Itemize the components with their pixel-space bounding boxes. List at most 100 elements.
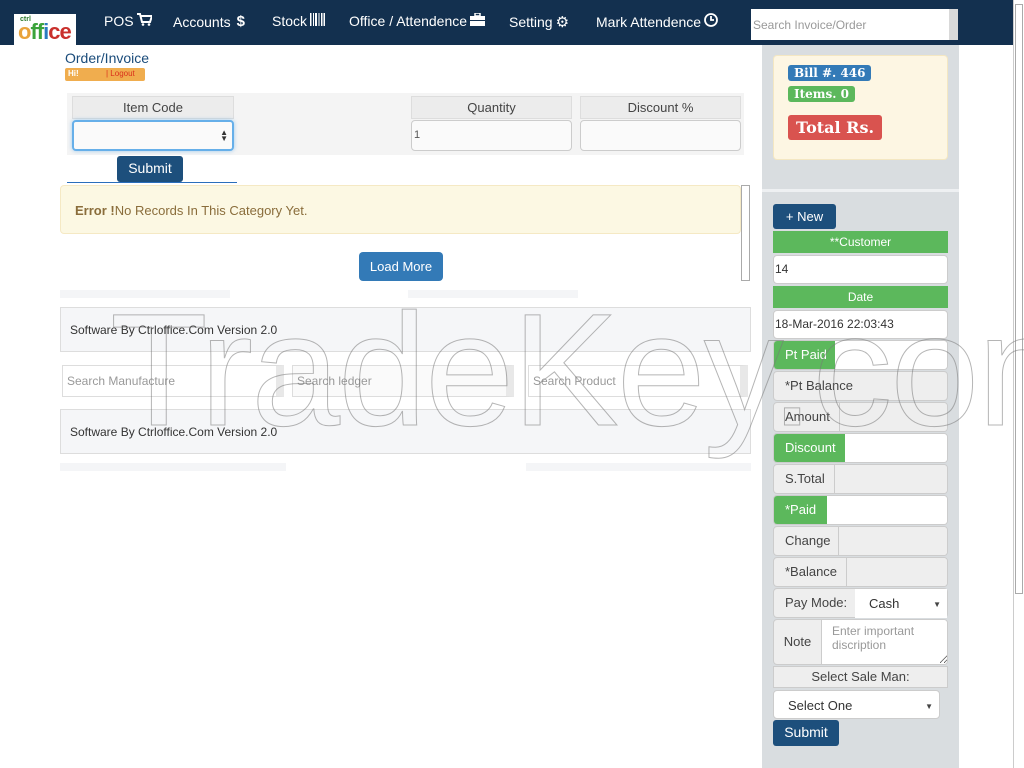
pay-mode-value: Cash: [869, 596, 900, 611]
discount-percent-input[interactable]: [580, 120, 741, 151]
records-scrollbar[interactable]: [741, 185, 750, 281]
balance-input[interactable]: [847, 558, 947, 586]
note-row: Note: [773, 619, 948, 665]
clock-icon: [704, 13, 718, 30]
logo-text: office: [18, 19, 72, 44]
salesman-label: Select Sale Man:: [773, 666, 948, 688]
search-ledger-placeholder: Search ledger: [297, 374, 372, 388]
paid-row: *Paid: [773, 495, 948, 525]
discount-label: Discount: [774, 434, 845, 462]
nav-accounts[interactable]: Accounts $: [173, 13, 245, 30]
search-ledger-input[interactable]: Search ledger: [292, 365, 514, 397]
discount-percent-label: Discount %: [580, 96, 741, 119]
paid-input[interactable]: [827, 496, 947, 524]
logout-link[interactable]: | Logout: [106, 69, 135, 78]
top-navbar: ctrl office POS Accounts $ Stock Office …: [0, 0, 1013, 45]
discount-row: Discount: [773, 433, 948, 463]
user-greeting-badge: Hi! | Logout: [65, 68, 145, 81]
pt-paid-row: Pt Paid: [773, 340, 948, 370]
salesman-value: Select One: [788, 698, 853, 713]
nav-stock[interactable]: Stock: [272, 13, 326, 29]
placeholder-bar: [408, 290, 578, 298]
search-product-placeholder: Search Product: [533, 374, 616, 388]
form-divider: [67, 182, 237, 183]
amount-row: Amount: [773, 402, 948, 432]
select-spinner-icon: ▲ ▼: [220, 128, 228, 143]
search-invoice-input[interactable]: [751, 9, 958, 40]
barcode-icon: [310, 13, 326, 29]
bill-number-label: Bill #. 446: [788, 65, 872, 81]
greeting-text: Hi!: [68, 69, 79, 78]
pt-balance-row: *Pt Balance: [773, 371, 948, 401]
ctrloffice-logo[interactable]: ctrl office: [14, 14, 76, 45]
quantity-label: Quantity: [411, 96, 572, 119]
nav-mark-attendence-label: Mark Attendence: [596, 13, 702, 30]
new-customer-button[interactable]: + New: [773, 204, 836, 229]
subtotal-label: S.Total: [774, 465, 835, 493]
nav-setting-label: Setting: [509, 14, 553, 30]
nav-mark-attendence[interactable]: Mark Attendence: [596, 13, 718, 30]
date-input[interactable]: 18-Mar-2016 22:03:43: [773, 310, 948, 339]
balance-row: *Balance: [773, 557, 948, 587]
load-more-button[interactable]: Load More: [359, 252, 443, 281]
search-product-input[interactable]: Search Product: [528, 365, 748, 397]
dollar-icon: $: [236, 13, 245, 30]
nav-accounts-label: Accounts: [173, 13, 231, 30]
change-row: Change: [773, 526, 948, 556]
logo-small-text: ctrl: [20, 16, 31, 23]
order-submit-button[interactable]: Submit: [117, 156, 183, 182]
nav-office-label: Office / Attendence: [349, 13, 468, 29]
page-scrollbar[interactable]: [1013, 0, 1024, 768]
subtotal-row: S.Total: [773, 464, 948, 494]
total-label: Total Rs.: [788, 115, 883, 140]
pay-mode-label: Pay Mode:: [774, 589, 856, 617]
search-manufacture-input[interactable]: Search Manufacture: [62, 365, 284, 397]
item-code-select[interactable]: ▲ ▼: [72, 120, 234, 151]
invoice-submit-button[interactable]: Submit: [773, 720, 839, 746]
alert-message: No Records In This Category Yet.: [114, 203, 308, 218]
gear-icon: ⚙: [555, 14, 570, 31]
discount-input[interactable]: [845, 434, 947, 462]
pt-balance-label: *Pt Balance: [785, 378, 853, 393]
pay-mode-select[interactable]: Cash ▼: [855, 589, 947, 618]
customer-label: **Customer: [773, 231, 948, 253]
alert-title: Error !: [75, 203, 115, 218]
date-label: Date: [773, 286, 948, 308]
change-label: Change: [774, 527, 839, 555]
placeholder-bar: [526, 463, 751, 471]
pt-paid-label: Pt Paid: [774, 341, 835, 369]
footer-text: Software By Ctrloffice.Com Version 2.0: [70, 323, 278, 337]
sidebar-divider: [762, 189, 959, 192]
customer-input[interactable]: 14: [773, 255, 948, 284]
amount-label: Amount: [774, 403, 840, 431]
subtotal-input[interactable]: [835, 465, 947, 493]
footer-text: Software By Ctrloffice.Com Version 2.0: [70, 425, 278, 439]
shopping-cart-icon: [136, 13, 153, 29]
nav-pos[interactable]: POS: [104, 13, 153, 29]
placeholder-bar: [60, 290, 230, 298]
paid-label: *Paid: [774, 496, 827, 524]
balance-label: *Balance: [774, 558, 847, 586]
nav-stock-label: Stock: [272, 13, 308, 29]
change-input[interactable]: [839, 527, 947, 555]
salesman-select[interactable]: Select One ▼: [773, 690, 940, 719]
caret-down-icon: ▼: [933, 600, 941, 609]
quantity-input[interactable]: 1: [411, 120, 572, 151]
item-code-label: Item Code: [72, 96, 234, 119]
footer-version-text: Software By Ctrloffice.Com Version 2.0: [60, 409, 751, 454]
note-label: Note: [774, 620, 822, 664]
briefcase-icon: [470, 12, 486, 29]
page-scrollbar-thumb[interactable]: [1015, 4, 1023, 594]
nav-pos-label: POS: [104, 13, 134, 29]
note-textarea[interactable]: [822, 620, 947, 664]
pt-paid-input[interactable]: [835, 341, 947, 369]
error-alert: Error !No Records In This Category Yet.: [60, 185, 741, 234]
page-title: Order/Invoice: [65, 50, 150, 66]
footer-version-text: Software By Ctrloffice.Com Version 2.0: [60, 307, 751, 352]
items-count-label: Items. 0: [788, 86, 855, 102]
amount-input[interactable]: [840, 403, 947, 431]
search-manufacture-placeholder: Search Manufacture: [67, 374, 176, 388]
placeholder-bar: [60, 463, 286, 471]
nav-office-attendence[interactable]: Office / Attendence: [349, 12, 486, 29]
nav-setting[interactable]: Setting ⚙: [509, 13, 569, 31]
